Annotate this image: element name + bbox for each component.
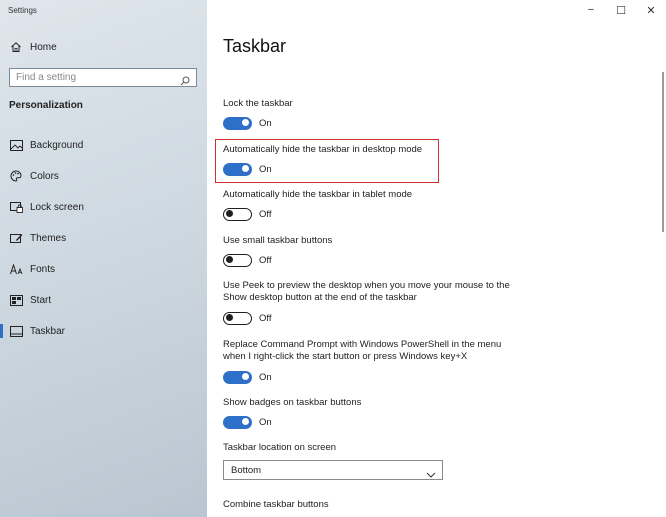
setting-label-badges: Show badges on taskbar buttons <box>223 397 362 408</box>
palette-icon <box>9 169 23 183</box>
toggle-knob <box>226 314 233 321</box>
scrollbar[interactable] <box>662 72 664 232</box>
sidebar-item-label: Lock screen <box>30 201 84 213</box>
sidebar-item-label: Home <box>30 41 57 53</box>
toggle-row-autohide-tablet: Off <box>223 207 272 221</box>
toggle-knob <box>242 373 249 380</box>
toggle-row-lock-taskbar: On <box>223 116 272 130</box>
dropdown-value: Bottom <box>231 464 262 476</box>
toggle-knob <box>226 210 233 217</box>
page-title: Taskbar <box>223 36 287 56</box>
lock-screen-icon <box>9 200 23 214</box>
taskbar-icon <box>9 324 23 338</box>
sidebar-item-label: Themes <box>30 232 67 244</box>
sidebar-item-label: Taskbar <box>30 325 66 337</box>
sidebar-item-label: Start <box>30 294 52 306</box>
toggle-row-powershell: On <box>223 370 272 384</box>
toggle-row-small-buttons: Off <box>223 253 272 267</box>
background-icon <box>9 138 23 152</box>
taskbar-location-dropdown[interactable]: Bottom <box>223 460 443 480</box>
setting-label-lock-taskbar: Lock the taskbar <box>223 98 293 109</box>
autohide-tablet-toggle[interactable] <box>223 207 252 221</box>
window-controls: − ☐ ✕ <box>576 0 666 20</box>
toggle-state: Off <box>259 254 272 266</box>
toggle-row-peek: Off <box>223 311 272 325</box>
chevron-down-icon <box>426 466 436 478</box>
lock-taskbar-toggle[interactable] <box>223 116 252 130</box>
small-buttons-toggle[interactable] <box>223 253 252 267</box>
maximize-button[interactable]: ☐ <box>606 0 636 20</box>
sidebar-item-label: Background <box>30 139 84 151</box>
sidebar-item-label: Colors <box>30 170 59 182</box>
app-title: Settings <box>8 6 37 15</box>
search-input[interactable] <box>16 72 176 83</box>
highlight-box <box>215 139 439 183</box>
section-heading: Personalization <box>9 100 83 111</box>
sidebar: Settings Home Personalization Background… <box>0 0 207 517</box>
search-box[interactable] <box>9 68 197 87</box>
setting-label-combine: Combine taskbar buttons <box>223 499 329 510</box>
sidebar-item-themes[interactable]: Themes <box>0 227 207 249</box>
sidebar-item-fonts[interactable]: Fonts <box>0 258 207 280</box>
toggle-state: Off <box>259 312 272 324</box>
powershell-toggle[interactable] <box>223 370 252 384</box>
setting-label-autohide-tablet: Automatically hide the taskbar in tablet… <box>223 189 413 200</box>
toggle-row-badges: On <box>223 415 272 429</box>
toggle-state: On <box>259 416 272 428</box>
minimize-button[interactable]: − <box>576 0 606 20</box>
toggle-state: On <box>259 117 272 129</box>
fonts-icon <box>9 262 23 276</box>
themes-icon <box>9 231 23 245</box>
sidebar-item-label: Fonts <box>30 263 56 275</box>
sidebar-item-colors[interactable]: Colors <box>0 165 207 187</box>
close-button[interactable]: ✕ <box>636 0 666 20</box>
sidebar-item-start[interactable]: Start <box>0 289 207 311</box>
sidebar-item-home[interactable]: Home <box>0 36 207 58</box>
home-icon <box>9 40 23 54</box>
toggle-knob <box>242 418 249 425</box>
start-icon <box>9 293 23 307</box>
peek-toggle[interactable] <box>223 311 252 325</box>
setting-label-small-buttons: Use small taskbar buttons <box>223 235 333 246</box>
toggle-state: Off <box>259 208 272 220</box>
search-icon[interactable] <box>180 73 190 86</box>
toggle-knob <box>242 119 249 126</box>
toggle-state: On <box>259 371 272 383</box>
sidebar-item-background[interactable]: Background <box>0 134 207 156</box>
badges-toggle[interactable] <box>223 415 252 429</box>
setting-label-peek: Use Peek to preview the desktop when you… <box>223 280 510 303</box>
sidebar-item-taskbar[interactable]: Taskbar <box>0 320 207 342</box>
setting-label-location: Taskbar location on screen <box>223 442 337 453</box>
toggle-knob <box>226 256 233 263</box>
setting-label-powershell: Replace Command Prompt with Windows Powe… <box>223 339 502 362</box>
main-panel: − ☐ ✕ Taskbar Lock the taskbar On Automa… <box>207 0 666 517</box>
sidebar-item-lock-screen[interactable]: Lock screen <box>0 196 207 218</box>
